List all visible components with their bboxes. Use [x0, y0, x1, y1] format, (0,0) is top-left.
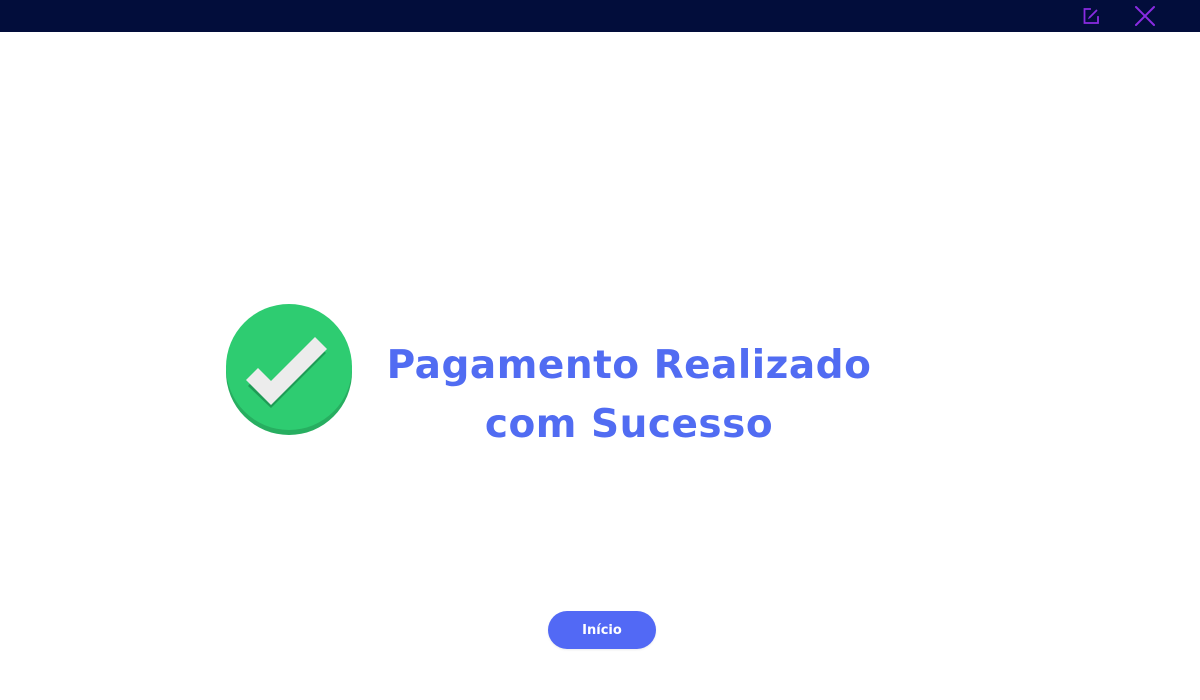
edit-icon: [1083, 8, 1099, 24]
check-circle-icon: [226, 304, 352, 435]
close-icon: [1135, 6, 1155, 26]
message-line-1: Pagamento Realizado: [386, 343, 872, 389]
edit-button[interactable]: [1071, 0, 1111, 32]
message-line-2: com Sucesso: [484, 402, 774, 448]
window-titlebar: [0, 0, 1200, 32]
close-button[interactable]: [1125, 0, 1165, 32]
home-button[interactable]: Início: [548, 611, 656, 649]
payment-success-panel: Pagamento Realizado com Sucesso Início: [0, 32, 1200, 700]
payment-success-message: Pagamento Realizado com Sucesso: [380, 336, 878, 454]
